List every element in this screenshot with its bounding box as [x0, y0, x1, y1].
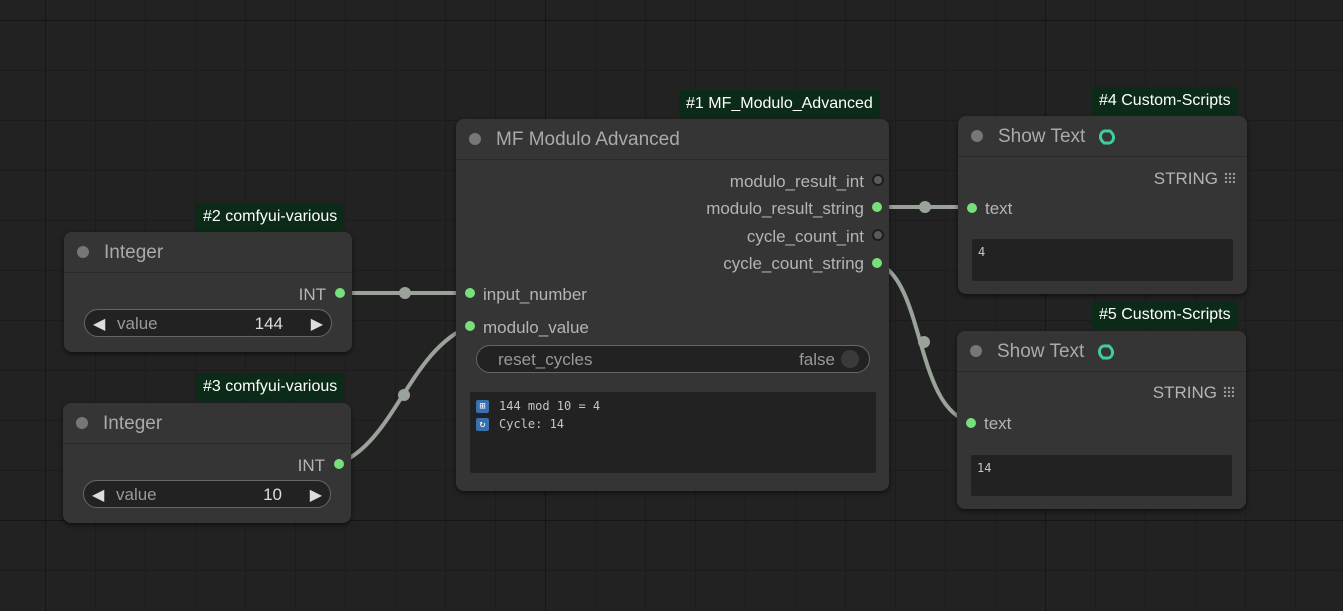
output-slot-cycle-count-int[interactable] — [872, 229, 884, 241]
output-label-modulo-result-int: modulo_result_int — [729, 172, 864, 191]
output-slot-int[interactable] — [334, 459, 344, 469]
input-slot-text[interactable] — [966, 418, 976, 428]
node-title-bar[interactable]: Show Text — [958, 116, 1247, 157]
output-line-1: ⊞ 144 mod 10 = 4 — [476, 399, 600, 413]
cycle-icon: ↻ — [476, 418, 489, 431]
value-number-widget[interactable]: ◀ value 10 ▶ — [83, 480, 331, 508]
show-text-node-4[interactable]: Show Text STRING text 4 — [958, 116, 1247, 294]
node-badge-4: #4 Custom-Scripts — [1092, 87, 1238, 115]
text-value: 14 — [977, 461, 992, 475]
toggle-knob-icon[interactable] — [841, 350, 859, 368]
toggle-value: false — [799, 350, 835, 369]
output-label-cycle-count-string: cycle_count_string — [723, 254, 864, 273]
link-midpoint[interactable] — [918, 336, 930, 348]
increment-arrow-icon[interactable]: ▶ — [310, 485, 322, 505]
node-title: MF Modulo Advanced — [496, 129, 680, 150]
reset-cycles-toggle[interactable]: reset_cycles false — [476, 345, 870, 373]
collapse-dot-icon[interactable] — [971, 130, 983, 142]
integer-node-10[interactable]: Integer INT ◀ value 10 ▶ — [63, 403, 351, 523]
widget-label: value — [116, 485, 157, 504]
output-label-int: INT — [298, 285, 326, 304]
input-slot-input-number[interactable] — [465, 288, 475, 298]
link-midpoint[interactable] — [398, 389, 410, 401]
mf-modulo-advanced-node[interactable]: MF Modulo Advanced modulo_result_int mod… — [456, 119, 889, 491]
toggle-label: reset_cycles — [498, 350, 593, 369]
grid-icon[interactable] — [1223, 386, 1234, 397]
custom-scripts-icon — [1098, 129, 1116, 145]
node-title: Show Text — [998, 126, 1086, 147]
output-line-2: ↻ Cycle: 14 — [476, 417, 564, 431]
collapse-dot-icon[interactable] — [970, 345, 982, 357]
input-label-input-number: input_number — [483, 285, 587, 304]
increment-arrow-icon[interactable]: ▶ — [311, 314, 323, 334]
node-title-bar[interactable]: Integer — [64, 232, 352, 273]
node-title: Show Text — [997, 341, 1085, 362]
text-value: 4 — [978, 245, 986, 259]
decrement-arrow-icon[interactable]: ◀ — [93, 314, 105, 334]
custom-scripts-icon — [1097, 344, 1115, 360]
widget-value[interactable]: 144 — [255, 314, 283, 334]
input-slot-text[interactable] — [967, 203, 977, 213]
link-midpoint[interactable] — [919, 201, 931, 213]
output-slot-modulo-result-string[interactable] — [872, 202, 882, 212]
input-label-modulo-value: modulo_value — [483, 318, 589, 337]
widget-label: value — [117, 314, 158, 333]
input-slot-modulo-value[interactable] — [465, 321, 475, 331]
output-slot-int[interactable] — [335, 288, 345, 298]
output-slot-modulo-result-int[interactable] — [872, 174, 884, 186]
output-label-modulo-result-string: modulo_result_string — [706, 199, 864, 218]
node-title: Integer — [104, 242, 164, 263]
output-label-int: INT — [297, 456, 325, 475]
output-label-string: STRING — [1153, 383, 1234, 403]
output-text-area[interactable]: ⊞ 144 mod 10 = 4 ↻ Cycle: 14 — [470, 392, 876, 473]
node-title-bar[interactable]: Integer — [63, 403, 351, 444]
grid-icon[interactable] — [1224, 172, 1235, 183]
collapse-dot-icon[interactable] — [469, 133, 481, 145]
collapse-dot-icon[interactable] — [76, 417, 88, 429]
collapse-dot-icon[interactable] — [77, 246, 89, 258]
decrement-arrow-icon[interactable]: ◀ — [92, 485, 104, 505]
integer-node-144[interactable]: Integer INT ◀ value 144 ▶ — [64, 232, 352, 352]
node-badge-3: #3 comfyui-various — [196, 373, 345, 401]
node-title-bar[interactable]: MF Modulo Advanced — [456, 119, 889, 160]
link-midpoint[interactable] — [399, 287, 411, 299]
node-badge-5: #5 Custom-Scripts — [1092, 301, 1238, 329]
output-label-string: STRING — [1154, 169, 1235, 189]
value-number-widget[interactable]: ◀ value 144 ▶ — [84, 309, 332, 337]
node-badge-1: #1 MF_Modulo_Advanced — [679, 90, 880, 118]
node-title: Integer — [103, 413, 163, 434]
show-text-node-5[interactable]: Show Text STRING text 14 — [957, 331, 1246, 509]
text-display[interactable]: 4 — [972, 239, 1233, 281]
output-label-cycle-count-int: cycle_count_int — [746, 227, 864, 246]
node-badge-2: #2 comfyui-various — [196, 203, 345, 231]
output-text-1: 144 mod 10 = 4 — [499, 399, 601, 413]
output-text-2: Cycle: 14 — [499, 417, 565, 431]
output-slot-cycle-count-string[interactable] — [872, 258, 882, 268]
node-title-bar[interactable]: Show Text — [957, 331, 1246, 372]
input-label-text: text — [985, 199, 1013, 218]
widget-value[interactable]: 10 — [263, 485, 282, 505]
text-display[interactable]: 14 — [971, 455, 1232, 496]
input-label-text: text — [984, 414, 1012, 433]
abacus-icon: ⊞ — [476, 400, 489, 413]
